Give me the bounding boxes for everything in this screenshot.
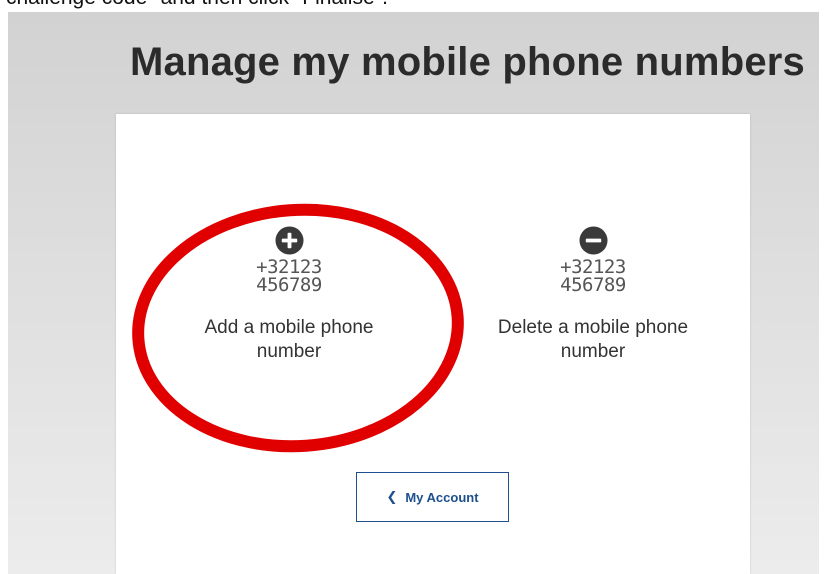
options-card: +32123 456789 Add a mobile phone number … <box>116 114 750 574</box>
phone-line-2: 456789 <box>560 274 626 296</box>
phone-line-2: 456789 <box>256 274 322 296</box>
delete-option-label: Delete a mobile phone number <box>473 316 713 364</box>
delete-label-line-2: number <box>560 341 626 362</box>
add-option-label: Add a mobile phone number <box>169 316 409 364</box>
chevron-left-icon: ❮ <box>386 489 398 504</box>
minus-circle-icon <box>578 226 608 255</box>
phone-number-sample: +32123 456789 <box>473 258 713 296</box>
delete-mobile-number-option[interactable]: +32123 456789 Delete a mobile phone numb… <box>473 226 713 364</box>
my-account-label: My Account <box>405 489 479 505</box>
phone-number-sample: +32123 456789 <box>169 258 409 296</box>
screenshot-area: Manage my mobile phone numbers +32123 45… <box>8 12 819 574</box>
my-account-back-button[interactable]: ❮ My Account <box>356 472 509 522</box>
add-mobile-number-option[interactable]: +32123 456789 Add a mobile phone number <box>169 226 409 364</box>
plus-circle-icon <box>274 226 304 255</box>
add-label-line-1: Add a mobile phone <box>204 317 374 338</box>
instruction-caption: challenge code" and then click "Finalise… <box>6 0 388 10</box>
add-label-line-2: number <box>256 341 322 362</box>
delete-label-line-1: Delete a mobile phone <box>497 317 689 338</box>
page-title: Manage my mobile phone numbers <box>129 40 805 84</box>
